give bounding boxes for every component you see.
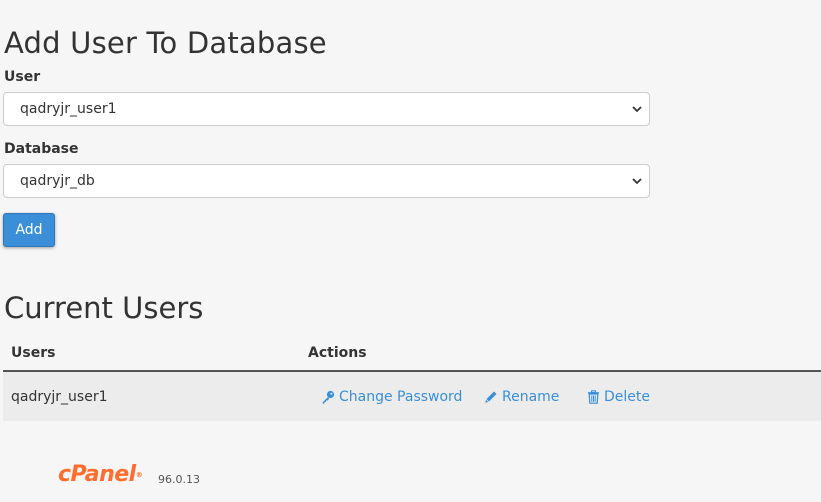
user-select[interactable]: qadryjr_user1 [3,92,650,126]
table-header: Users Actions [3,336,821,372]
chevron-down-icon [632,178,642,185]
version-text: 96.0.13 [158,473,200,486]
key-icon [322,390,335,404]
change-password-link[interactable]: Change Password [321,389,462,405]
add-user-title: Add User To Database [4,26,327,60]
current-users-table: Users Actions qadryjr_user1 Change Passw… [3,336,821,421]
cpanel-logo-text: cPanel [58,462,136,487]
current-users-title: Current Users [4,291,204,325]
delete-label: Delete [604,389,650,405]
page: Add User To Database User qadryjr_user1 … [0,0,821,502]
cpanel-logo: cPanel® [58,462,143,487]
add-button[interactable]: Add [3,213,55,247]
column-header-actions: Actions [308,345,367,361]
rename-link[interactable]: Rename [484,389,559,405]
database-label: Database [4,141,79,157]
user-select-value: qadryjr_user1 [20,101,117,117]
database-select-value: qadryjr_db [20,173,95,189]
column-header-users: Users [11,345,56,361]
chevron-down-icon [632,106,642,113]
trash-icon [588,390,599,404]
rename-label: Rename [502,389,560,405]
user-label: User [4,69,41,85]
pencil-icon [485,391,497,403]
table-row: qadryjr_user1 Change Password Rename Del… [3,372,821,421]
delete-link[interactable]: Delete [587,389,650,405]
change-password-label: Change Password [339,389,463,405]
user-cell: qadryjr_user1 [11,389,108,405]
database-select[interactable]: qadryjr_db [3,164,650,198]
